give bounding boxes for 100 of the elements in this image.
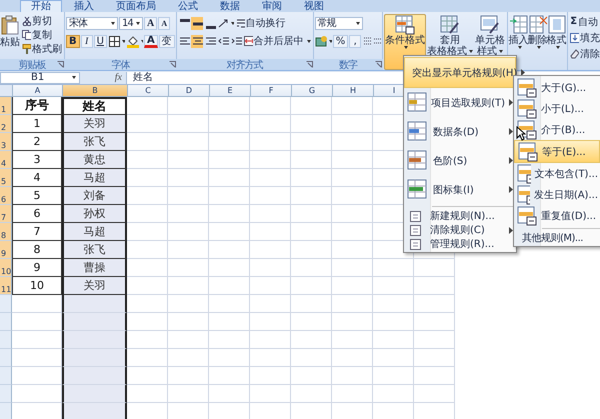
menu-item[interactable]: 数据条(D) [404, 117, 516, 146]
column-header[interactable]: B [63, 85, 128, 97]
table-cell [209, 331, 250, 349]
ribbon-tab[interactable]: 数据 [210, 1, 250, 12]
row-header[interactable]: 6 [0, 187, 12, 205]
table-cell [250, 241, 291, 259]
function-button[interactable]: fx [114, 72, 122, 83]
table-cell [332, 313, 373, 331]
decrease-indent-icon[interactable] [216, 34, 229, 48]
column-header[interactable]: A [13, 85, 63, 97]
dialog-launcher-icon[interactable] [168, 61, 176, 68]
merge-center-button[interactable]: 合并后居中 [242, 34, 312, 48]
increase-indent-icon[interactable] [230, 34, 242, 48]
table-cell [291, 223, 332, 241]
ribbon-tab[interactable]: 公式 [168, 1, 208, 12]
font-name-dropdown[interactable]: 宋体 [66, 16, 118, 30]
clear-button[interactable]: 清除 [569, 47, 600, 60]
currency-icon[interactable] [314, 34, 332, 48]
name-box[interactable]: B1 [0, 72, 80, 84]
menu-item[interactable]: 重复值(D)... [514, 205, 600, 226]
cut-button[interactable]: 剪切 [21, 14, 63, 27]
orientation-icon[interactable] [216, 16, 234, 30]
copy-button[interactable]: 复制 [21, 28, 63, 41]
menu-item[interactable]: 小于(L)... [514, 98, 600, 119]
table-cell [291, 133, 332, 151]
menu-item[interactable]: 发生日期(A)... [514, 184, 600, 205]
dialog-launcher-icon[interactable] [306, 61, 313, 68]
format-toggle-button[interactable]: U [94, 34, 107, 48]
menu-item[interactable]: 新建规则(N)... [404, 209, 516, 223]
row-header[interactable]: 1 [0, 97, 12, 115]
menu-item[interactable]: 图标集(I) [404, 175, 516, 204]
format-painter-button[interactable]: 格式刷 [21, 42, 63, 55]
percent-button[interactable]: % [332, 34, 348, 48]
ribbon-tab[interactable]: 页面布局 [106, 1, 166, 12]
wrap-text-button[interactable]: 自动换行 [234, 16, 287, 30]
row-header[interactable]: 10 [0, 259, 12, 277]
autosum-button[interactable]: Σ 自动 [569, 15, 600, 28]
table-cell [373, 367, 414, 385]
copy-icon [22, 30, 31, 40]
table-cell [250, 169, 291, 187]
table-cell [127, 205, 168, 223]
row-header[interactable]: 9 [0, 241, 12, 259]
table-cell [209, 241, 250, 259]
table-cell [168, 313, 209, 331]
row-header[interactable]: 11 [0, 277, 12, 295]
increase-decimal-icon[interactable] [362, 34, 372, 48]
menu-item[interactable]: 管理规则(R)... [404, 237, 516, 251]
dialog-launcher-icon[interactable] [375, 61, 382, 68]
comma-button[interactable]: , [349, 34, 362, 48]
ribbon-tab[interactable]: 插入 [64, 1, 104, 12]
vertical-align-icon[interactable] [190, 16, 203, 30]
fill-color-icon[interactable] [126, 34, 143, 48]
ribbon-tab[interactable]: 开始 [20, 0, 62, 12]
format-toggle-button[interactable]: I [80, 34, 93, 48]
font-color-button[interactable]: A [144, 34, 158, 48]
row-header[interactable]: 2 [0, 115, 12, 133]
row-header[interactable]: 3 [0, 133, 12, 151]
horizontal-align-icon[interactable] [204, 34, 216, 48]
menu-item[interactable]: 文本包含(T)... [514, 163, 600, 184]
ribbon-tab[interactable]: 视图 [294, 1, 334, 12]
table-cell [414, 331, 455, 349]
column-header[interactable]: G [292, 85, 333, 97]
row-header[interactable]: 8 [0, 223, 12, 241]
font-size-dropdown[interactable]: 14 [119, 16, 143, 30]
row-header[interactable]: 5 [0, 169, 12, 187]
cell-format-icon [546, 15, 567, 35]
borders-icon[interactable] [108, 34, 125, 48]
fill-button[interactable]: 填充 [569, 31, 600, 44]
column-header[interactable]: H [333, 85, 374, 97]
column-header[interactable]: F [251, 85, 292, 97]
table-cell [209, 205, 250, 223]
table-cell [414, 385, 455, 403]
menu-item[interactable]: 其他规则(M)... [514, 231, 600, 245]
insert-cells-icon [508, 15, 529, 35]
column-header[interactable]: D [169, 85, 210, 97]
format-button[interactable]: 格式 [547, 14, 566, 70]
paste-button[interactable]: 粘贴 [1, 14, 19, 59]
horizontal-align-icon[interactable] [178, 34, 190, 48]
menu-item[interactable]: 等于(E)... [514, 140, 600, 163]
table-cell [127, 133, 168, 151]
number-format-dropdown[interactable]: 常规 [314, 16, 363, 30]
menu-item[interactable]: 色阶(S) [404, 146, 516, 175]
table-cell [414, 259, 455, 277]
menu-item[interactable]: 清除规则(C) [404, 223, 516, 237]
column-header[interactable]: E [210, 85, 251, 97]
table-cell [127, 295, 168, 313]
grow-font-button[interactable]: A [144, 16, 158, 30]
dialog-launcher-icon[interactable] [57, 61, 64, 68]
format-toggle-button[interactable]: B [66, 34, 80, 48]
delete-button[interactable]: 删除 [528, 14, 548, 70]
table-cell [209, 115, 250, 133]
row-header[interactable]: 4 [0, 151, 12, 169]
horizontal-align-icon[interactable] [190, 34, 203, 48]
table-cell [250, 295, 291, 313]
ribbon-tab[interactable]: 审阅 [252, 1, 292, 12]
row-header[interactable]: 7 [0, 205, 12, 223]
table-cell [250, 385, 291, 403]
phonetic-button[interactable]: 变 [158, 34, 175, 48]
column-header[interactable]: C [128, 85, 169, 97]
shrink-font-button[interactable]: A [158, 16, 170, 30]
